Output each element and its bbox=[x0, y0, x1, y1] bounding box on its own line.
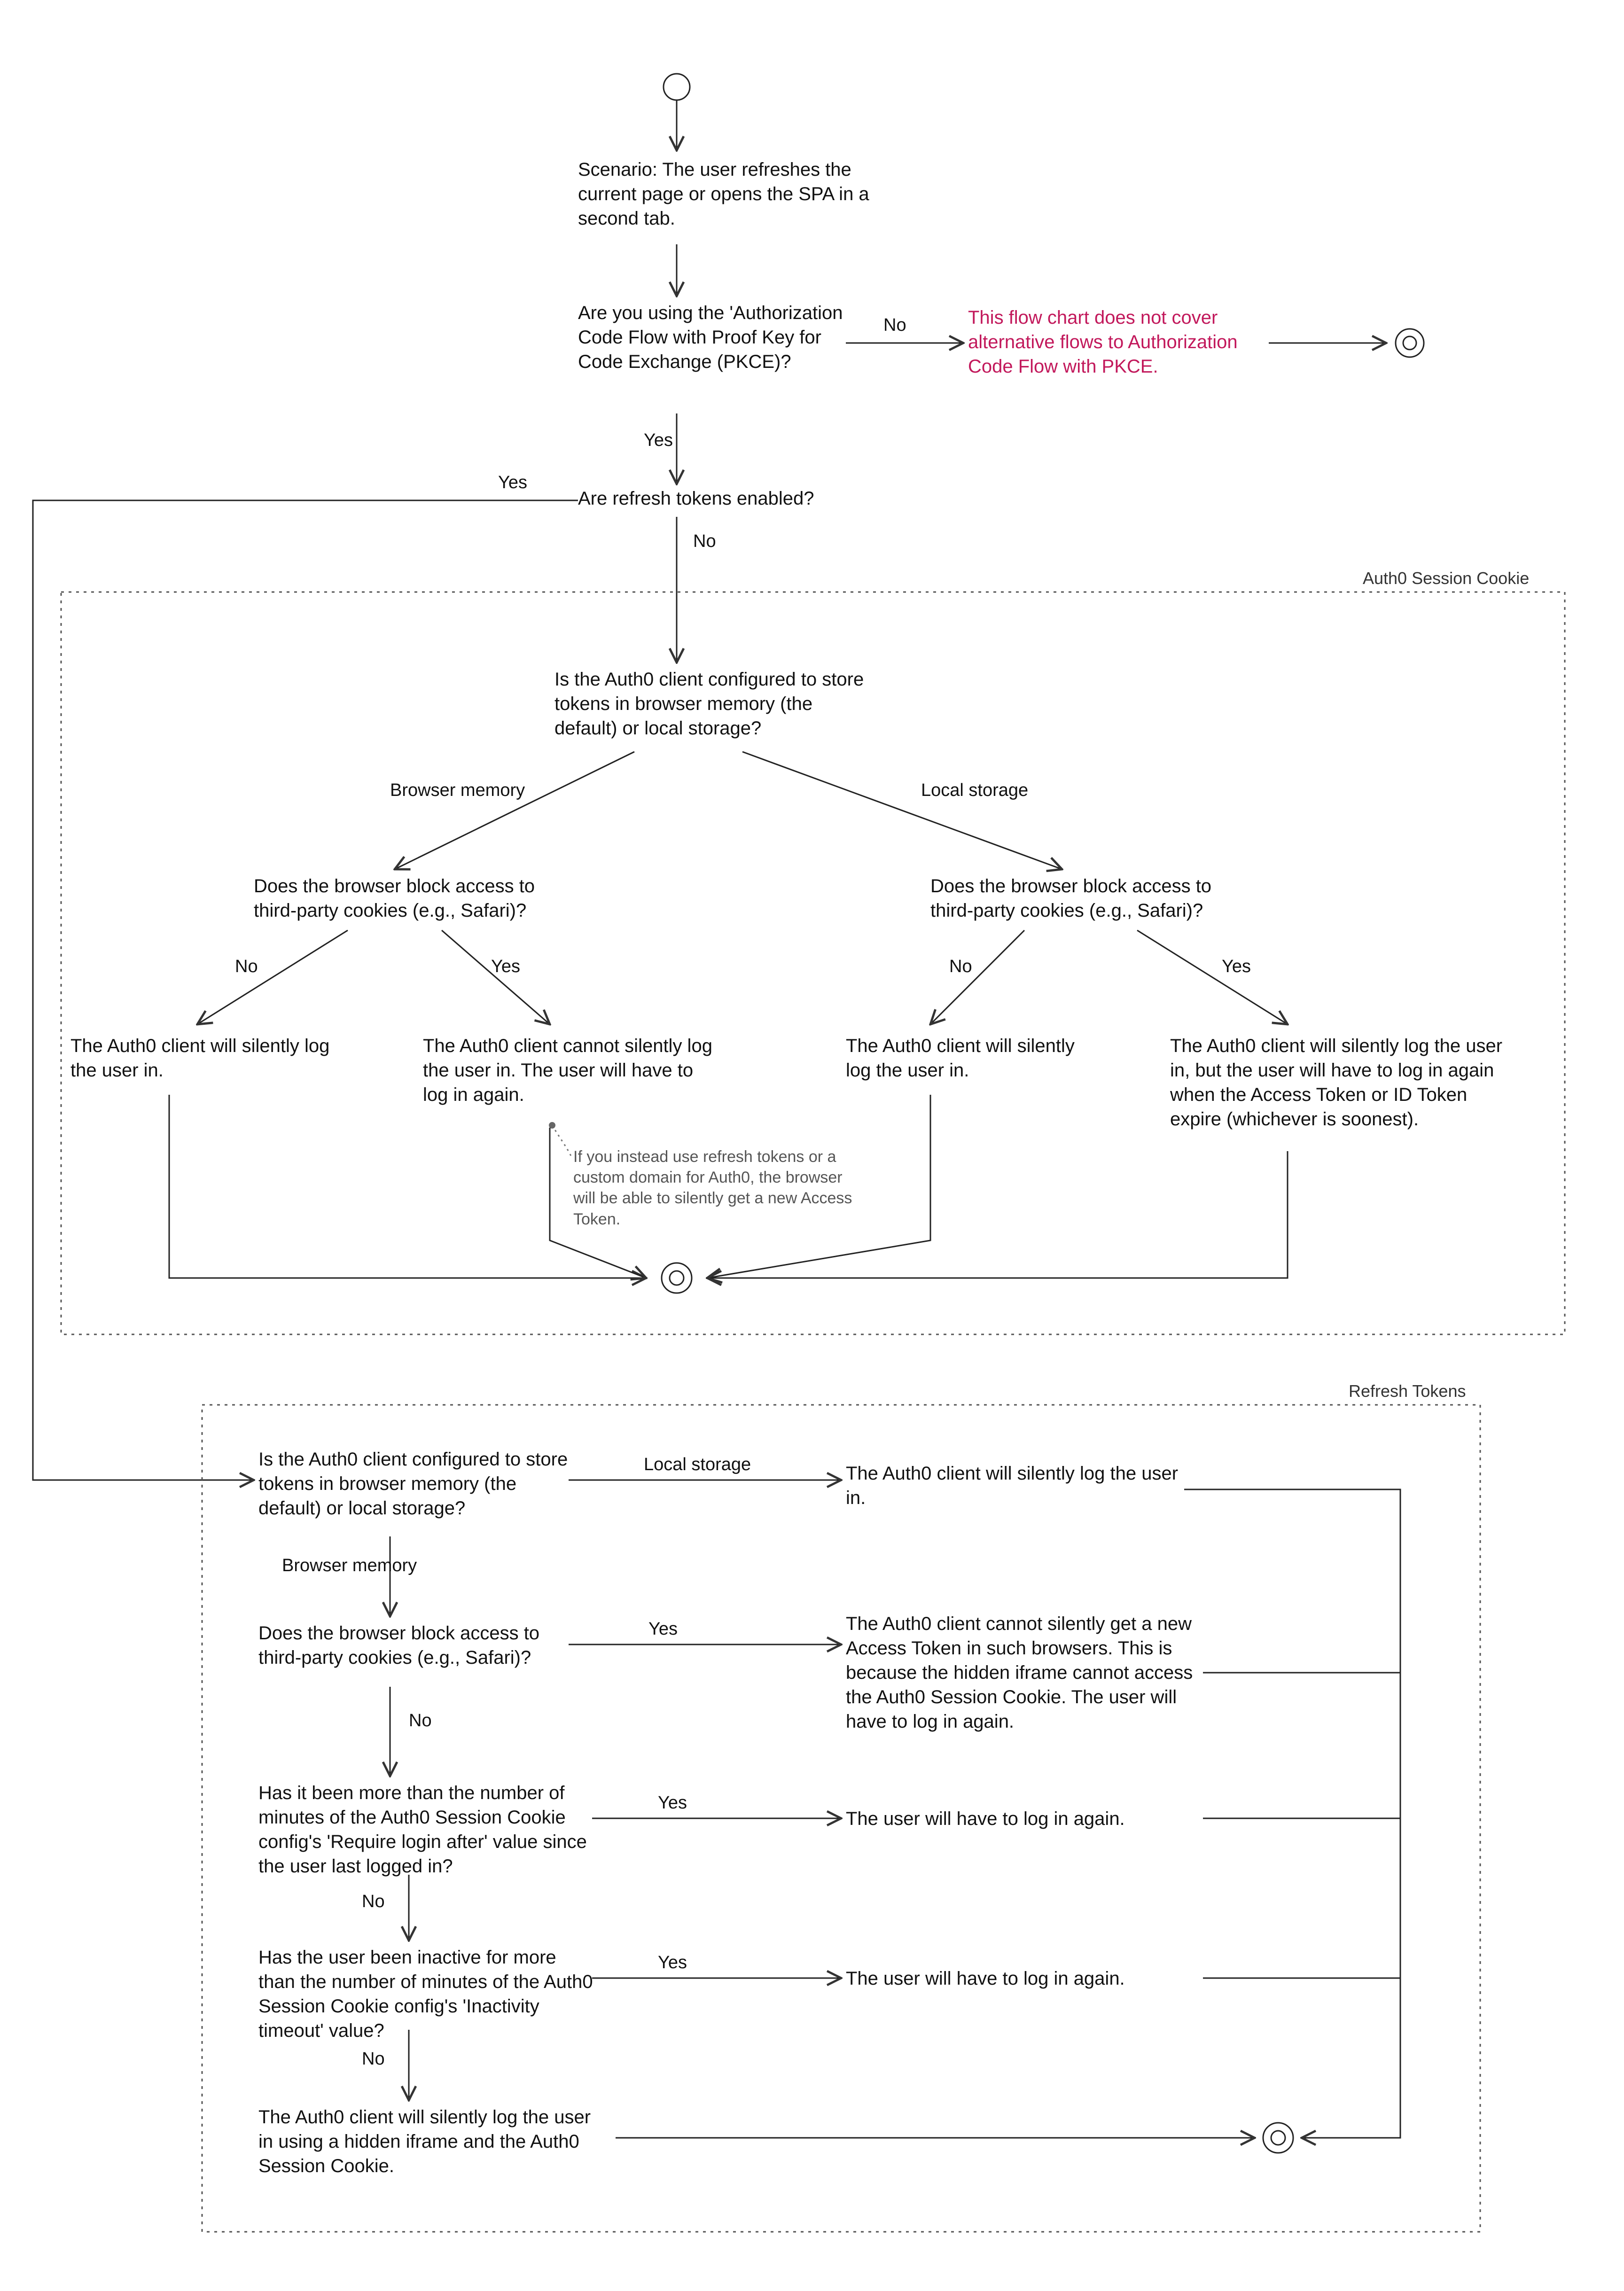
label-browser-memory: Browser memory bbox=[390, 780, 525, 802]
rt-r-relogin-rla: The user will have to log in again. bbox=[846, 1807, 1184, 1831]
section-refresh-tokens-label: Refresh Tokens bbox=[1349, 1381, 1466, 1401]
label-no-mem: No bbox=[235, 956, 258, 978]
sidenote-refresh-or-custom-domain: If you instead use refresh tokens or a c… bbox=[573, 1146, 865, 1230]
rt-q-token-storage: Is the Auth0 client configured to store … bbox=[258, 1447, 569, 1520]
rt-r-relogin-inact: The user will have to log in again. bbox=[846, 1966, 1184, 1991]
scenario-text: Scenario: The user refreshes the current… bbox=[578, 157, 869, 231]
label-yes-local: Yes bbox=[1222, 956, 1251, 978]
label-no-refresh: No bbox=[693, 531, 716, 553]
label-browser-memory-rt1: Browser memory bbox=[282, 1555, 417, 1577]
rt-r-silent-iframe: The Auth0 client will silently log the u… bbox=[258, 2105, 606, 2178]
q-token-storage: Is the Auth0 client configured to store … bbox=[554, 667, 874, 740]
label-yes-rt-block: Yes bbox=[648, 1619, 678, 1640]
pkce-not-covered-note: This flow chart does not cover alternati… bbox=[968, 305, 1250, 379]
rt-r-silent-login: The Auth0 client will silently log the u… bbox=[846, 1461, 1184, 1510]
q-pkce: Are you using the 'Authorization Code Fl… bbox=[578, 301, 851, 374]
r-cannot-silent-login: The Auth0 client cannot silently log the… bbox=[423, 1034, 719, 1107]
label-yes-refresh: Yes bbox=[498, 472, 527, 494]
q-block-third-party-memory: Does the browser block access to third-p… bbox=[254, 874, 545, 923]
label-local-storage-rt1: Local storage bbox=[644, 1454, 751, 1476]
rt-q-block-third-party: Does the browser block access to third-p… bbox=[258, 1621, 569, 1670]
q-refresh-enabled: Are refresh tokens enabled? bbox=[578, 486, 869, 511]
rt-r-cannot-silent-iframe: The Auth0 client cannot silently get a n… bbox=[846, 1612, 1203, 1734]
label-no-pkce: No bbox=[883, 315, 906, 336]
label-no-rt-block: No bbox=[409, 1710, 432, 1732]
r-silent-login-mem-no: The Auth0 client will silently log the u… bbox=[70, 1034, 334, 1083]
r-silent-login-local-no: The Auth0 client will silently log the u… bbox=[846, 1034, 1100, 1083]
label-yes-pkce: Yes bbox=[644, 430, 673, 452]
label-no-rt-rla: No bbox=[362, 1891, 385, 1913]
label-yes-rt-rla: Yes bbox=[658, 1792, 687, 1814]
label-yes-mem: Yes bbox=[491, 956, 520, 978]
label-no-local: No bbox=[949, 956, 972, 978]
q-block-third-party-local: Does the browser block access to third-p… bbox=[930, 874, 1222, 923]
label-no-rt-inact: No bbox=[362, 2049, 385, 2070]
label-yes-rt-inact: Yes bbox=[658, 1952, 687, 1974]
rt-q-require-login-after: Has it been more than the number of minu… bbox=[258, 1781, 597, 1878]
section-session-cookie-label: Auth0 Session Cookie bbox=[1363, 569, 1529, 588]
r-silent-login-local-expire: The Auth0 client will silently log the u… bbox=[1170, 1034, 1508, 1131]
rt-q-inactivity-timeout: Has the user been inactive for more than… bbox=[258, 1945, 597, 2043]
label-local-storage: Local storage bbox=[921, 780, 1028, 802]
